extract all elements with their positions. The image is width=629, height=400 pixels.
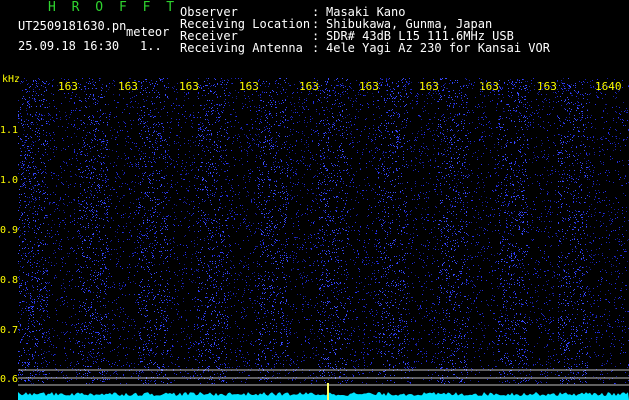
meta-separator: :	[312, 41, 320, 55]
count-label: 1..	[140, 39, 162, 53]
y-tick-label: 0.9	[0, 225, 19, 236]
datetime-label: 25.09.18 16:30	[18, 39, 120, 53]
hroft-brand: H R O F F T	[48, 0, 179, 15]
signal-trace	[18, 392, 629, 400]
meta-label: Receiving Antenna	[180, 41, 303, 55]
y-tick-label: 0.6	[0, 374, 19, 385]
filename-label: UT2509181630.pn	[18, 19, 127, 33]
y-tick-label: 1.1	[0, 125, 19, 136]
event-tag: meteor	[126, 25, 170, 39]
y-tick-label: 1.0	[0, 175, 19, 186]
spectrogram-plot	[18, 78, 629, 400]
y-tick-label: 0.8	[0, 275, 19, 286]
y-tick-label: 0.7	[0, 325, 19, 336]
meta-value: 4ele Yagi Az 230 for Kansai VOR	[326, 41, 550, 55]
